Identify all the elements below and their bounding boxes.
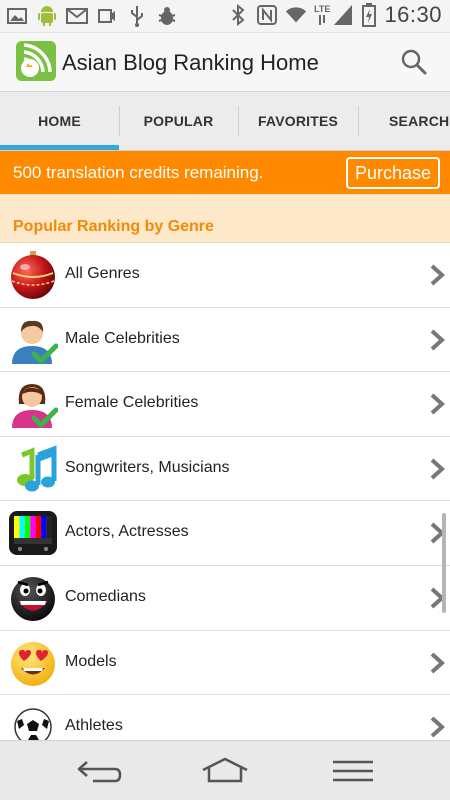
app-bar: Asian Blog Ranking Home: [0, 33, 450, 91]
lte-signal-icon: LTE: [314, 3, 354, 27]
nfc-icon: [256, 3, 278, 27]
list-item-label: Athletes: [65, 717, 123, 735]
bug-icon: [156, 4, 178, 28]
list-item-label: Songwriters, Musicians: [65, 458, 230, 476]
list-item-actors-actresses[interactable]: Actors, Actresses: [0, 501, 450, 566]
list-item-label: Male Celebrities: [65, 329, 180, 347]
chevron-right-icon: [428, 651, 446, 675]
list-item-male-celebrities[interactable]: Male Celebrities: [0, 308, 450, 373]
android-icon: [36, 4, 58, 28]
list-item-all-genres[interactable]: All Genres: [0, 243, 450, 308]
list-item-label: Comedians: [65, 587, 146, 605]
menu-icon[interactable]: [328, 753, 378, 789]
clock-time: 16:30: [384, 2, 442, 27]
chevron-right-icon: [428, 328, 446, 352]
mail-icon: [66, 4, 88, 28]
list-item-female-celebrities[interactable]: Female Celebrities: [0, 372, 450, 437]
tab-home[interactable]: HOME: [0, 92, 119, 150]
status-bar: LTE 16:30: [0, 0, 450, 33]
navigation-bar: [0, 740, 450, 800]
chevron-right-icon: [428, 715, 446, 739]
image-icon: [6, 4, 28, 28]
purchase-button[interactable]: Purchase: [346, 157, 440, 189]
tab-popular[interactable]: POPULAR: [119, 92, 238, 150]
app-title: Asian Blog Ranking Home: [62, 50, 319, 75]
heart-eyes-face-icon: [8, 639, 58, 687]
chevron-right-icon: [428, 263, 446, 287]
sync-photo-icon: [96, 4, 118, 28]
svg-text:LTE: LTE: [314, 4, 330, 14]
usb-icon: [126, 4, 148, 28]
home-icon[interactable]: [200, 753, 250, 789]
male-user-check-icon: [8, 316, 59, 364]
list-item-label: Actors, Actresses: [65, 523, 189, 541]
bluetooth-icon: [227, 3, 249, 27]
tab-search[interactable]: SEARCH: [358, 92, 450, 150]
soccer-ball-icon: [8, 703, 58, 740]
wifi-icon: [285, 3, 307, 27]
tab-bar: HOME POPULAR FAVORITES SEARCH: [0, 91, 450, 151]
list-item-label: Models: [65, 652, 117, 670]
section-header: Popular Ranking by Genre: [0, 194, 450, 243]
tv-color-bars-icon: [8, 509, 58, 557]
laughing-face-icon: [8, 574, 58, 622]
rss-crown-logo-icon: [16, 41, 56, 81]
credits-text: 500 translation credits remaining.: [13, 163, 264, 182]
tab-label: HOME: [38, 113, 81, 129]
list-item-songwriters-musicians[interactable]: Songwriters, Musicians: [0, 437, 450, 502]
tab-label: FAVORITES: [257, 113, 339, 129]
list-item-label: All Genres: [65, 265, 140, 282]
list-item-models[interactable]: Models: [0, 631, 450, 696]
chevron-right-icon: [428, 392, 446, 416]
tab-favorites[interactable]: FAVORITES: [238, 92, 358, 150]
tab-label: POPULAR: [143, 113, 214, 129]
female-user-check-icon: [8, 380, 59, 429]
list-item-comedians[interactable]: Comedians: [0, 566, 450, 631]
tab-label: SEARCH: [389, 113, 450, 129]
ornament-ball-icon: [8, 251, 58, 299]
section-title: Popular Ranking by Genre: [13, 218, 214, 235]
list-item-label: Female Celebrities: [65, 394, 199, 412]
list-item-athletes[interactable]: Athletes: [0, 695, 450, 740]
genre-list: All Genres Male Celebrities Female Celeb…: [0, 243, 450, 740]
search-icon[interactable]: [400, 48, 428, 76]
back-icon[interactable]: [74, 753, 124, 789]
music-notes-icon: [8, 445, 58, 493]
credits-banner: 500 translation credits remaining. Purch…: [0, 151, 450, 194]
list-scrollbar[interactable]: [442, 513, 446, 613]
battery-charging-icon: [361, 3, 377, 27]
chevron-right-icon: [428, 457, 446, 481]
